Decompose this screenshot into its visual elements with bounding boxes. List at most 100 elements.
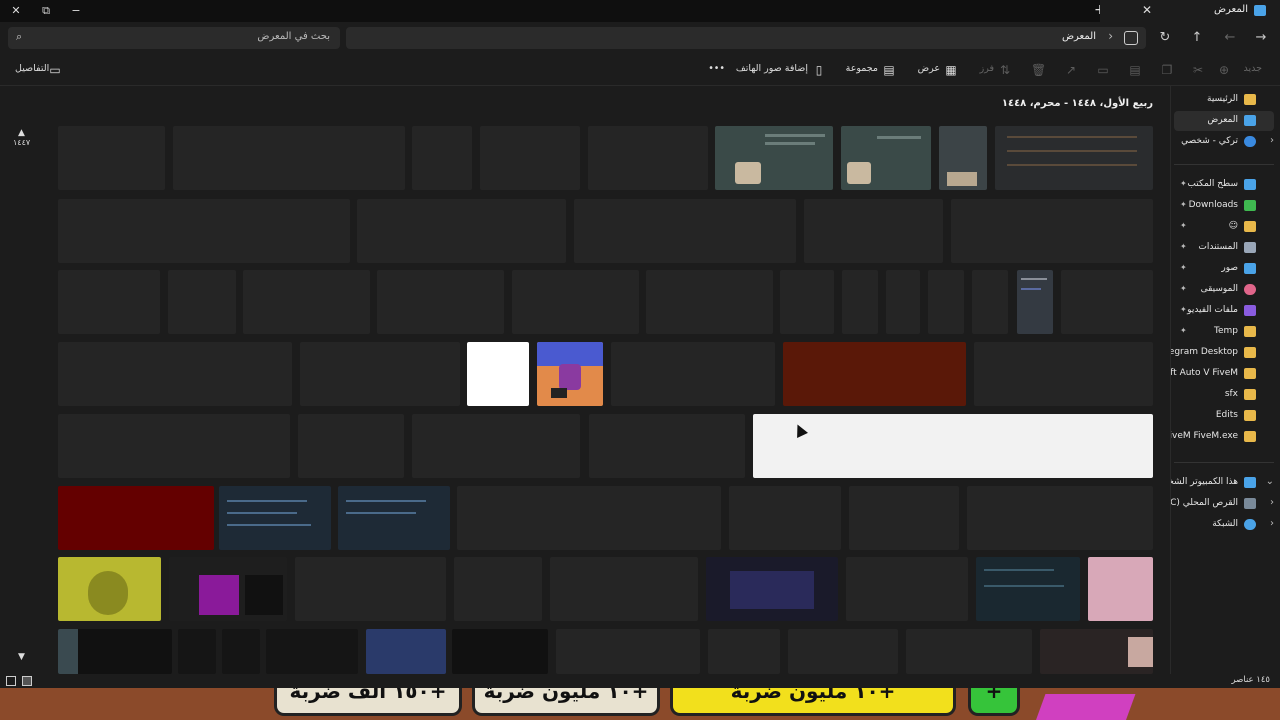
thumbnail[interactable] [886, 270, 920, 334]
thumbnail[interactable] [729, 486, 841, 550]
sidebar-item-documents[interactable]: المستندات ✦ [1174, 238, 1274, 258]
thumbnail[interactable] [849, 486, 959, 550]
sidebar-item-edits[interactable]: Edits [1174, 406, 1274, 426]
restore-window-button[interactable]: ⧉ [37, 2, 55, 20]
thumbnail[interactable] [976, 557, 1080, 621]
copy-icon[interactable]: ❐ [1160, 63, 1174, 77]
thumbnail[interactable] [753, 414, 1153, 478]
thumbnail[interactable] [995, 126, 1153, 190]
thumbnail[interactable] [715, 126, 833, 190]
details-view-icon[interactable] [6, 676, 16, 686]
details-button[interactable]: التفاصيل [15, 63, 49, 74]
thumbnail[interactable] [974, 342, 1153, 406]
thumbnail[interactable] [457, 486, 721, 550]
thumbnail[interactable] [1040, 629, 1153, 674]
thumbnail[interactable] [58, 414, 290, 478]
add-phone-photos-button[interactable]: إضافة صور الهاتف [736, 63, 808, 74]
back-button[interactable]: → [1252, 29, 1270, 47]
thumbnail[interactable] [1061, 270, 1153, 334]
sidebar-item-fivem-exe[interactable]: FiveM FiveM.exe [1171, 427, 1274, 447]
timeline-year-label[interactable]: ١٤٤٧ [13, 138, 30, 147]
sidebar-item-this-pc[interactable]: ⌄ هذا الكمبيوتر الشخصي [1171, 473, 1274, 493]
timeline-down-arrow-icon[interactable]: ▼ [18, 652, 25, 662]
thumbnail[interactable] [467, 342, 529, 406]
search-input[interactable]: بحث في المعرض ⌕ [8, 27, 340, 49]
sidebar-item-music[interactable]: الموسيقى ✦ [1174, 280, 1274, 300]
sidebar-item-gta-fivem[interactable]: Grand Theft Auto V FiveM [1171, 364, 1274, 384]
thumbnail[interactable] [178, 629, 216, 674]
group-button[interactable]: مجموعة [846, 63, 878, 74]
thumbnail[interactable] [512, 270, 639, 334]
minimize-window-button[interactable]: − [67, 2, 85, 20]
thumbnail[interactable] [298, 414, 404, 478]
thumbnail[interactable] [266, 629, 358, 674]
sort-button[interactable]: فرز [980, 63, 994, 74]
thumbnail[interactable] [300, 342, 460, 406]
sidebar-item-home[interactable]: الرئيسية [1174, 90, 1274, 110]
sidebar-item-videos[interactable]: ملفات الفيديو ✦ [1174, 301, 1274, 321]
thumbnail[interactable] [222, 629, 260, 674]
view-button[interactable]: عرض [918, 63, 940, 74]
tiles-view-icon[interactable] [22, 676, 32, 686]
paste-icon[interactable]: ▤ [1128, 63, 1142, 77]
thumbnail[interactable] [357, 199, 566, 263]
thumbnail[interactable] [972, 270, 1008, 334]
thumbnail[interactable] [611, 342, 775, 406]
timeline-up-arrow-icon[interactable]: ▲ [18, 128, 25, 138]
thumbnail[interactable] [550, 557, 698, 621]
thumbnail[interactable] [58, 342, 292, 406]
thumbnail[interactable] [708, 629, 780, 674]
delete-icon[interactable]: 🗑 [1031, 63, 1046, 77]
thumbnail[interactable] [58, 126, 165, 190]
new-button[interactable]: جديد [1244, 63, 1263, 74]
sidebar-item-pictures[interactable]: صور ✦ [1174, 259, 1274, 279]
thumbnail[interactable] [706, 557, 838, 621]
thumbnail[interactable] [168, 270, 236, 334]
thumbnail[interactable] [589, 414, 745, 478]
thumbnail[interactable] [939, 126, 987, 190]
thumbnail[interactable] [906, 629, 1032, 674]
tab-gallery[interactable]: المعرض ✕ [1100, 0, 1280, 22]
thumbnail[interactable] [454, 557, 542, 621]
thumbnail[interactable] [804, 199, 943, 263]
thumbnail[interactable] [243, 270, 370, 334]
forward-button[interactable]: ← [1221, 29, 1239, 47]
thumbnail[interactable] [58, 486, 214, 550]
thumbnail[interactable] [537, 342, 603, 406]
thumbnail[interactable] [58, 270, 160, 334]
thumbnail[interactable] [574, 199, 796, 263]
address-bar[interactable]: › المعرض [346, 27, 1146, 49]
thumbnail[interactable] [846, 557, 968, 621]
thumbnail[interactable] [588, 126, 708, 190]
breadcrumb-gallery[interactable]: المعرض [1062, 31, 1096, 42]
close-window-button[interactable]: ✕ [7, 2, 25, 20]
thumbnail[interactable] [58, 557, 161, 621]
thumbnail[interactable] [169, 557, 287, 621]
thumbnail[interactable] [480, 126, 580, 190]
thumbnail[interactable] [412, 414, 580, 478]
sort-icon[interactable]: ⇅ [998, 63, 1012, 77]
sidebar-item-folder[interactable]: ☺ ✦ [1174, 217, 1274, 237]
chevron-icon[interactable]: ‹ [1270, 518, 1274, 529]
sidebar-item-telegram-desktop[interactable]: Telegram Desktop [1171, 343, 1274, 363]
thumbnail[interactable] [967, 486, 1153, 550]
thumbnail[interactable] [219, 486, 331, 550]
thumbnail[interactable] [928, 270, 964, 334]
thumbnail[interactable] [1088, 557, 1153, 621]
sidebar-item-network[interactable]: ‹ الشبكة [1174, 515, 1274, 535]
thumbnail[interactable] [556, 629, 700, 674]
sidebar-item-temp[interactable]: Temp ✦ [1174, 322, 1274, 342]
chevron-down-icon[interactable]: ⌄ [1266, 476, 1274, 487]
breadcrumb-chevron-icon[interactable]: › [1108, 29, 1113, 43]
thumbnail[interactable] [783, 342, 966, 406]
share-icon[interactable]: ↗ [1064, 63, 1078, 77]
chevron-icon[interactable]: ‹ [1270, 497, 1274, 508]
up-button[interactable]: ↑ [1188, 29, 1206, 47]
thumbnail[interactable] [842, 270, 878, 334]
thumbnail[interactable] [412, 126, 472, 190]
sidebar-item-desktop[interactable]: سطح المكتب ✦ [1174, 175, 1274, 195]
thumbnail[interactable] [338, 486, 450, 550]
sidebar-item-downloads[interactable]: Downloads ✦ [1174, 196, 1274, 216]
thumbnail[interactable] [452, 629, 548, 674]
thumbnail[interactable] [788, 629, 898, 674]
